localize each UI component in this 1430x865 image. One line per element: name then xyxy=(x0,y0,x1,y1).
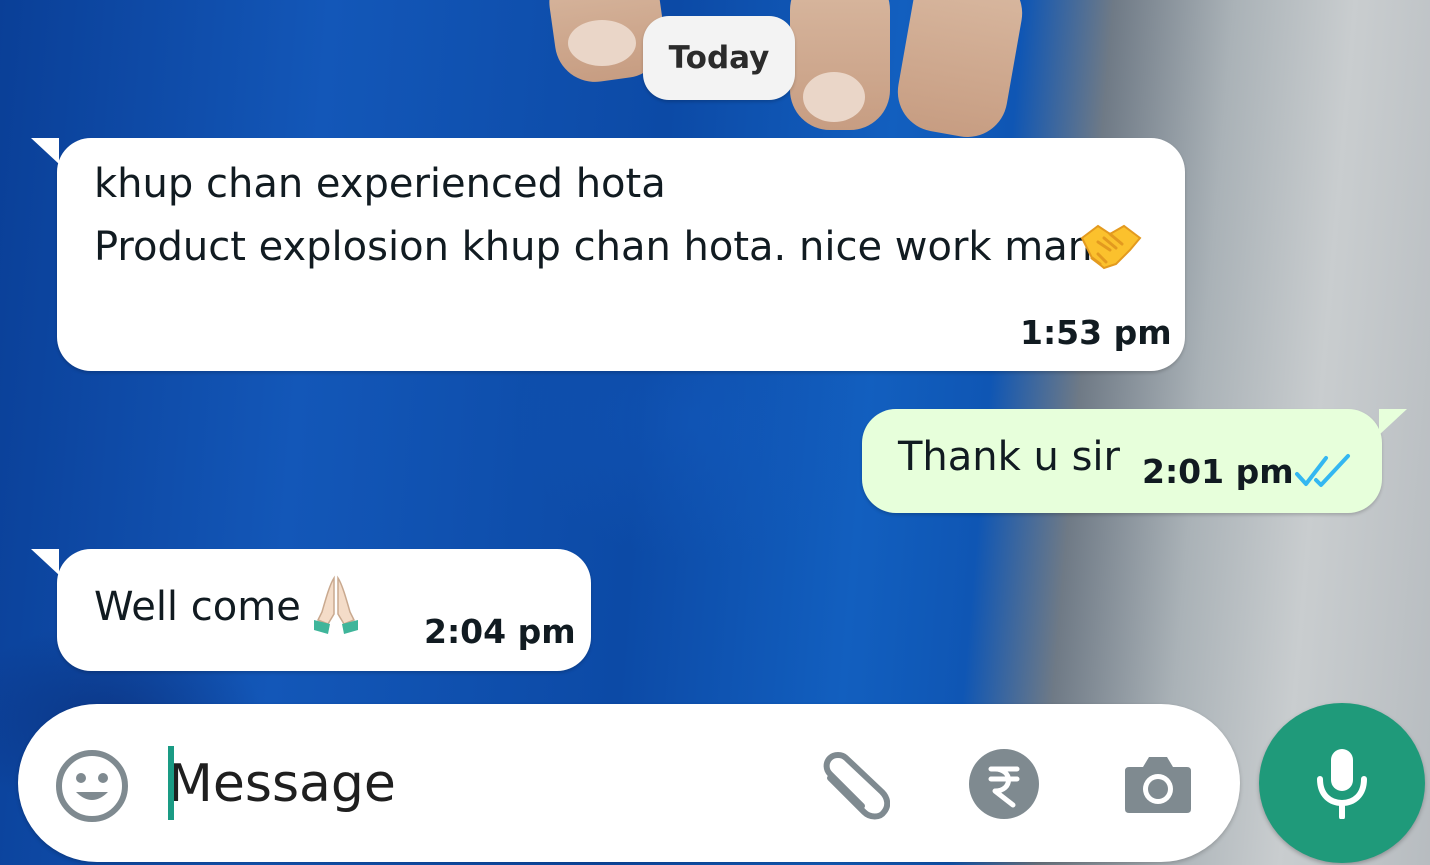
voice-record-button[interactable] xyxy=(1259,703,1425,863)
read-double-tick-icon xyxy=(1295,454,1350,487)
camera-icon xyxy=(1125,757,1191,813)
handshake-emoji xyxy=(1080,224,1142,270)
bubble-tail xyxy=(31,138,59,164)
text-caret xyxy=(168,746,174,820)
emoji-button[interactable] xyxy=(52,746,132,826)
message-input[interactable] xyxy=(168,744,788,824)
message-text-line: Product explosion khup chan hota. nice w… xyxy=(94,224,1107,270)
rupee-payment-icon xyxy=(969,749,1039,819)
message-text-line: khup chan experienced hota xyxy=(94,161,666,207)
attach-icon xyxy=(823,752,890,820)
wallpaper-fingernail xyxy=(803,72,865,122)
message-composer xyxy=(18,704,1240,862)
attach-button[interactable] xyxy=(808,748,892,822)
bubble-tail xyxy=(31,549,59,575)
camera-button[interactable] xyxy=(1118,748,1198,818)
bubble-tail xyxy=(1379,409,1407,435)
message-text: Thank u sir xyxy=(898,434,1120,480)
wallpaper-fingernail xyxy=(568,20,636,66)
emoji-icon xyxy=(56,750,128,822)
folded-hands-emoji xyxy=(314,575,358,634)
message-timestamp: 2:01 pm xyxy=(1142,452,1294,491)
message-text: Well come xyxy=(94,584,301,630)
message-timestamp: 1:53 pm xyxy=(1020,313,1172,352)
message-timestamp: 2:04 pm xyxy=(424,612,576,651)
date-separator: Today xyxy=(643,16,795,100)
payment-button[interactable] xyxy=(968,748,1040,820)
mic-icon xyxy=(1317,749,1367,819)
